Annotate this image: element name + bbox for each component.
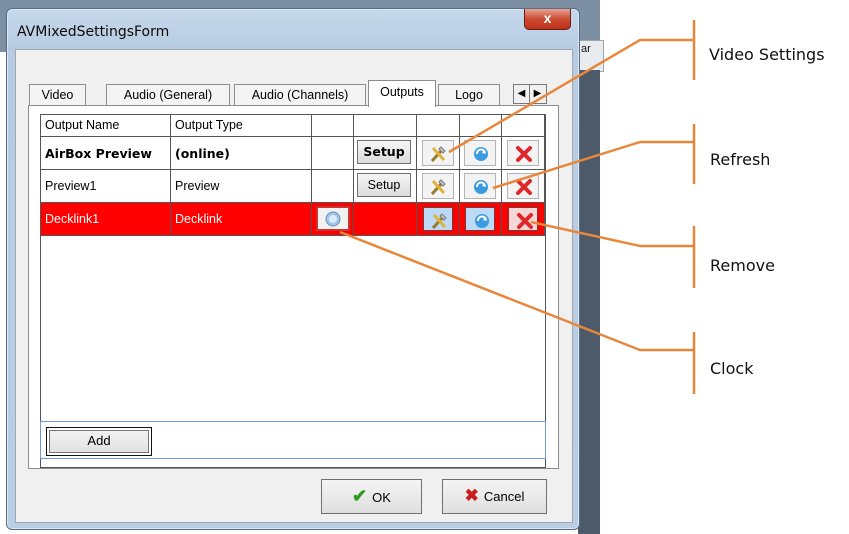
annotation-refresh: Refresh: [710, 150, 771, 169]
annotation-remove: Remove: [710, 256, 775, 275]
callout-line-refresh: [492, 140, 694, 190]
callout-line-video-settings: [448, 38, 694, 154]
annotation-video-settings: Video Settings: [709, 45, 825, 64]
annotation-clock: Clock: [710, 359, 754, 378]
callout-line-remove: [530, 220, 694, 248]
callout-line-clock: [339, 230, 694, 352]
tab-outputs[interactable]: Outputs: [368, 80, 436, 107]
